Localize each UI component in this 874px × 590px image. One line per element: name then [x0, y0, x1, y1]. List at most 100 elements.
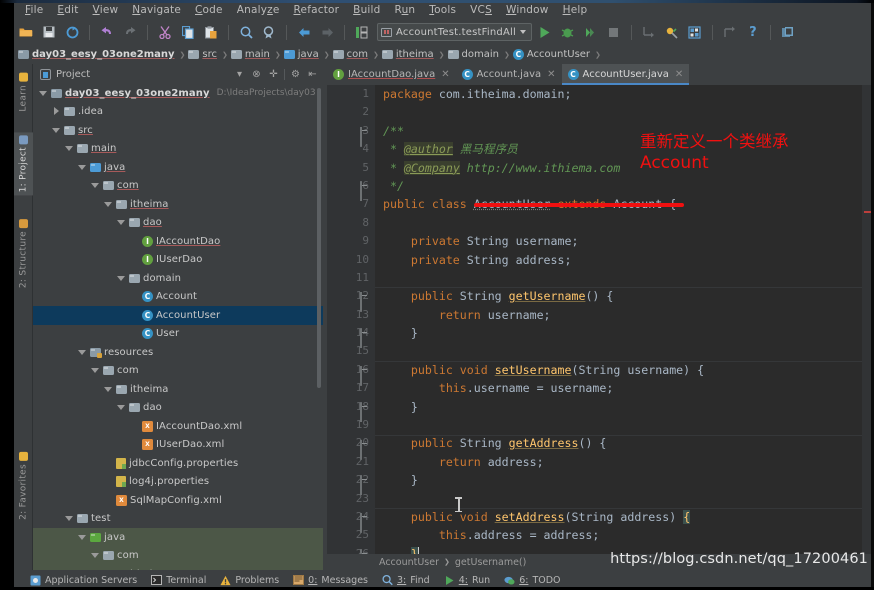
code-fold-down-icon[interactable]: [360, 292, 369, 313]
chevron-down-icon[interactable]: [65, 144, 74, 153]
undo-icon[interactable]: [97, 22, 117, 42]
tree-item-dao[interactable]: dao: [33, 399, 323, 418]
tree-item-test[interactable]: test: [33, 510, 323, 529]
line-number-gutter[interactable]: 1234567891011121314151617181920212223242…: [327, 85, 375, 554]
build-project-icon[interactable]: [352, 22, 372, 42]
chevron-down-icon[interactable]: [78, 348, 87, 357]
tree-item-iaccountdao[interactable]: I IAccountDao: [33, 232, 323, 251]
breadcrumb-item-accountuser[interactable]: C AccountUser: [511, 49, 594, 60]
tree-item-user[interactable]: C User: [33, 325, 323, 344]
tree-item-iuserdao[interactable]: I IUserDao: [33, 251, 323, 270]
chevron-down-icon[interactable]: [104, 385, 113, 394]
editor-tab-account-java[interactable]: C Account.java ✕: [455, 64, 562, 85]
menu-item-file[interactable]: File: [18, 3, 50, 17]
help-icon[interactable]: ?: [743, 22, 763, 42]
code-fold-down-icon[interactable]: [360, 126, 369, 147]
tool-window-button-messages[interactable]: 0: Messages: [293, 575, 368, 586]
breadcrumb-item-java[interactable]: java: [282, 49, 323, 60]
tool-window-button-find[interactable]: 3: Find: [382, 575, 430, 586]
tree-item-accountuser[interactable]: C AccountUser: [33, 306, 323, 325]
breadcrumb-item-com[interactable]: com: [331, 49, 372, 60]
forward-icon[interactable]: [317, 22, 337, 42]
editor-breadcrumb-item[interactable]: getUsername(): [455, 557, 526, 568]
tool-tab-learn[interactable]: Learn: [14, 70, 33, 115]
code-fold-up-icon[interactable]: [360, 181, 369, 201]
stop-icon[interactable]: [604, 22, 624, 42]
rollback-icon[interactable]: [720, 22, 740, 42]
menu-item-code[interactable]: Code: [188, 3, 230, 17]
code-fold-down-icon[interactable]: [360, 513, 369, 534]
chevron-down-icon[interactable]: [91, 366, 100, 375]
update-project-icon[interactable]: [639, 22, 659, 42]
code-fold-down-icon[interactable]: [360, 366, 369, 386]
tool-window-button-run[interactable]: 4: Run: [444, 575, 490, 586]
debug-icon[interactable]: [558, 22, 578, 42]
tree-item--idea[interactable]: .idea: [33, 103, 323, 122]
code-fold-up-icon[interactable]: [360, 549, 369, 554]
save-all-icon[interactable]: [39, 22, 59, 42]
redo-icon[interactable]: [120, 22, 140, 42]
code-editor[interactable]: 1234567891011121314151617181920212223242…: [327, 85, 874, 554]
menu-item-analyze[interactable]: Analyze: [230, 3, 287, 17]
chevron-down-icon[interactable]: [78, 163, 87, 172]
menu-item-run[interactable]: Run: [388, 3, 423, 17]
menu-item-help[interactable]: Help: [556, 3, 595, 17]
chevron-down-icon[interactable]: ▾: [233, 68, 246, 81]
editor-tab-iaccountdao-java[interactable]: I IAccountDao.java ✕: [327, 64, 456, 85]
tree-item-resources[interactable]: resources: [33, 343, 323, 362]
tree-item-com[interactable]: com: [33, 546, 323, 565]
breadcrumb-item-day03-eesy-03one2many[interactable]: day03_eesy_03one2many: [16, 49, 179, 60]
close-icon[interactable]: ✕: [675, 69, 683, 80]
tool-tab-1-project[interactable]: 1: Project: [14, 132, 33, 196]
copy-icon[interactable]: [178, 22, 198, 42]
code-fold-up-icon[interactable]: [360, 475, 369, 496]
menu-item-vcs[interactable]: VCS: [463, 3, 499, 17]
menu-item-refactor[interactable]: Refactor: [287, 3, 347, 17]
code-fold-down-icon[interactable]: [360, 439, 369, 460]
tree-item-src[interactable]: src: [33, 121, 323, 140]
run-configuration-selector[interactable]: AccountTest.testFindAll: [377, 23, 532, 41]
menu-item-view[interactable]: View: [86, 3, 126, 17]
menu-item-edit[interactable]: Edit: [50, 3, 85, 17]
close-icon[interactable]: ✕: [547, 69, 555, 80]
breadcrumb-item-domain[interactable]: domain: [446, 49, 503, 60]
editor-tab-accountuser-java[interactable]: C AccountUser.java ✕: [561, 64, 690, 85]
paste-icon[interactable]: [201, 22, 221, 42]
menu-item-tools[interactable]: Tools: [422, 3, 463, 17]
menu-item-window[interactable]: Window: [499, 3, 556, 17]
tree-item-com[interactable]: com: [33, 362, 323, 381]
editor-breadcrumb-item[interactable]: AccountUser: [379, 557, 439, 568]
tree-item-sqlmapconfig-xml[interactable]: X SqlMapConfig.xml: [33, 491, 323, 510]
tool-tab-2-structure[interactable]: 2: Structure: [14, 216, 33, 291]
locate-file-icon[interactable]: ✛: [267, 68, 280, 81]
tool-window-button-terminal[interactable]: Terminal: [151, 575, 206, 586]
tree-item-jdbcconfig-properties[interactable]: jdbcConfig.properties: [33, 454, 323, 473]
commit-icon[interactable]: [662, 22, 682, 42]
chevron-down-icon[interactable]: [91, 551, 100, 560]
chevron-down-icon[interactable]: [91, 181, 100, 190]
chevron-right-icon[interactable]: [52, 107, 61, 116]
chevron-down-icon[interactable]: [117, 218, 126, 227]
menu-item-navigate[interactable]: Navigate: [125, 3, 188, 17]
sync-refresh-icon[interactable]: [62, 22, 82, 42]
chevron-down-icon[interactable]: [39, 89, 48, 98]
chevron-down-icon[interactable]: [65, 514, 74, 523]
find-icon[interactable]: [236, 22, 256, 42]
tree-item-dao[interactable]: dao: [33, 214, 323, 233]
back-icon[interactable]: [294, 22, 314, 42]
breadcrumb-item-src[interactable]: src: [186, 49, 221, 60]
breadcrumb-item-main[interactable]: main: [229, 49, 274, 60]
tree-item-iuserdao-xml[interactable]: X IUserDao.xml: [33, 436, 323, 455]
tree-item-com[interactable]: com: [33, 177, 323, 196]
source-code[interactable]: package com.itheima.domain; /** * @autho…: [375, 85, 874, 554]
menu-item-build[interactable]: Build: [346, 3, 387, 17]
code-fold-up-icon[interactable]: [360, 328, 369, 349]
code-fold-up-icon[interactable]: [360, 401, 369, 422]
chevron-down-icon[interactable]: [519, 30, 526, 34]
tree-item-log4j-properties[interactable]: log4j.properties: [33, 473, 323, 492]
maximize-window-icon[interactable]: [778, 22, 798, 42]
tree-item-account[interactable]: C Account: [33, 288, 323, 307]
chevron-down-icon[interactable]: [117, 403, 126, 412]
settings-gear-icon[interactable]: ⚙: [289, 68, 302, 81]
chevron-down-icon[interactable]: [52, 126, 61, 135]
